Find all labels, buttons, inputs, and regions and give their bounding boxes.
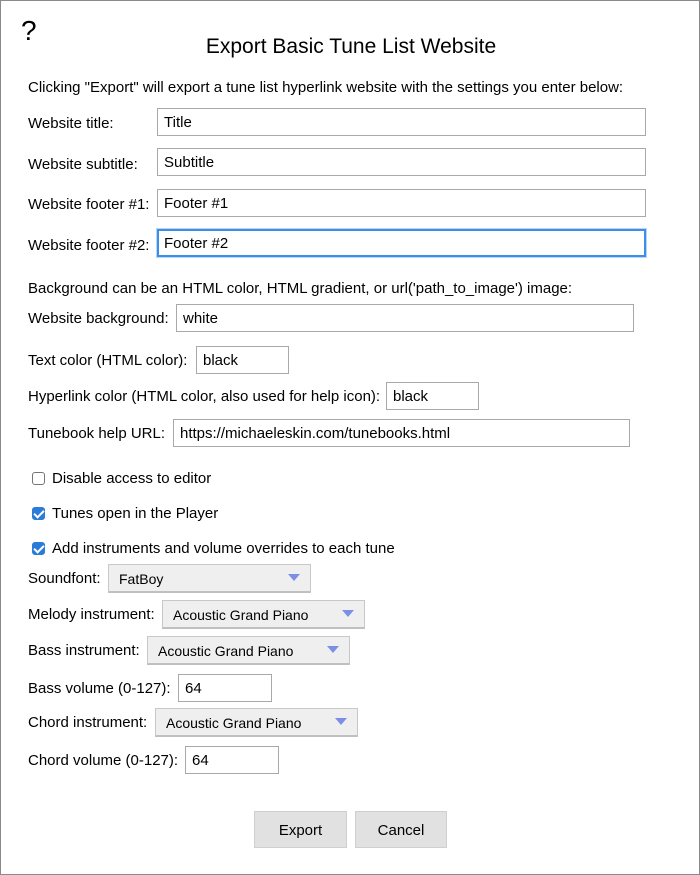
hyperlink-color-input[interactable] xyxy=(386,382,479,410)
add-instruments-checkbox[interactable] xyxy=(32,542,45,555)
website-title-label: Website title: xyxy=(28,115,114,132)
chord-instrument-label: Chord instrument: xyxy=(28,714,148,731)
chevron-down-icon xyxy=(342,610,354,617)
soundfont-select[interactable]: FatBoy xyxy=(108,564,311,593)
open-in-player-checkbox[interactable] xyxy=(32,507,45,520)
chevron-down-icon xyxy=(288,574,300,581)
chevron-down-icon xyxy=(335,718,347,725)
cancel-button[interactable]: Cancel xyxy=(355,811,447,848)
website-background-label: Website background: xyxy=(28,310,169,327)
export-dialog: ? Export Basic Tune List Website Clickin… xyxy=(0,0,700,875)
add-instruments-label: Add instruments and volume overrides to … xyxy=(52,540,395,557)
export-button[interactable]: Export xyxy=(254,811,347,848)
bass-instrument-select[interactable]: Acoustic Grand Piano xyxy=(147,636,350,665)
help-url-label: Tunebook help URL: xyxy=(28,425,166,442)
website-subtitle-input[interactable] xyxy=(157,148,646,176)
dialog-title: Export Basic Tune List Website xyxy=(205,35,497,58)
background-note: Background can be an HTML color, HTML gr… xyxy=(28,280,573,297)
hyperlink-color-label: Hyperlink color (HTML color, also used f… xyxy=(28,388,381,405)
melody-instrument-label: Melody instrument: xyxy=(28,606,155,623)
chevron-down-icon xyxy=(327,646,339,653)
melody-instrument-selected: Acoustic Grand Piano xyxy=(173,607,309,623)
soundfont-selected: FatBoy xyxy=(119,571,164,587)
soundfont-label: Soundfont: xyxy=(28,570,101,587)
chord-instrument-selected: Acoustic Grand Piano xyxy=(166,715,302,731)
website-title-input[interactable] xyxy=(157,108,646,136)
text-color-label: Text color (HTML color): xyxy=(28,352,188,369)
website-background-input[interactable] xyxy=(176,304,634,332)
bass-instrument-selected: Acoustic Grand Piano xyxy=(158,643,294,659)
chord-volume-label: Chord volume (0-127): xyxy=(28,752,179,769)
melody-instrument-select[interactable]: Acoustic Grand Piano xyxy=(162,600,365,629)
help-url-input[interactable] xyxy=(173,419,630,447)
disable-editor-label: Disable access to editor xyxy=(52,470,212,487)
bass-instrument-label: Bass instrument: xyxy=(28,642,140,659)
website-subtitle-label: Website subtitle: xyxy=(28,156,138,173)
disable-editor-checkbox[interactable] xyxy=(32,472,45,485)
footer2-label: Website footer #2: xyxy=(28,237,150,254)
footer1-input[interactable] xyxy=(157,189,646,217)
chord-volume-input[interactable] xyxy=(185,746,279,774)
bass-volume-input[interactable] xyxy=(178,674,272,702)
intro-text: Clicking "Export" will export a tune lis… xyxy=(28,79,624,96)
open-in-player-label: Tunes open in the Player xyxy=(52,505,219,522)
footer1-label: Website footer #1: xyxy=(28,196,150,213)
footer2-input[interactable] xyxy=(157,229,646,257)
text-color-input[interactable] xyxy=(196,346,289,374)
chord-instrument-select[interactable]: Acoustic Grand Piano xyxy=(155,708,358,737)
bass-volume-label: Bass volume (0-127): xyxy=(28,680,171,697)
